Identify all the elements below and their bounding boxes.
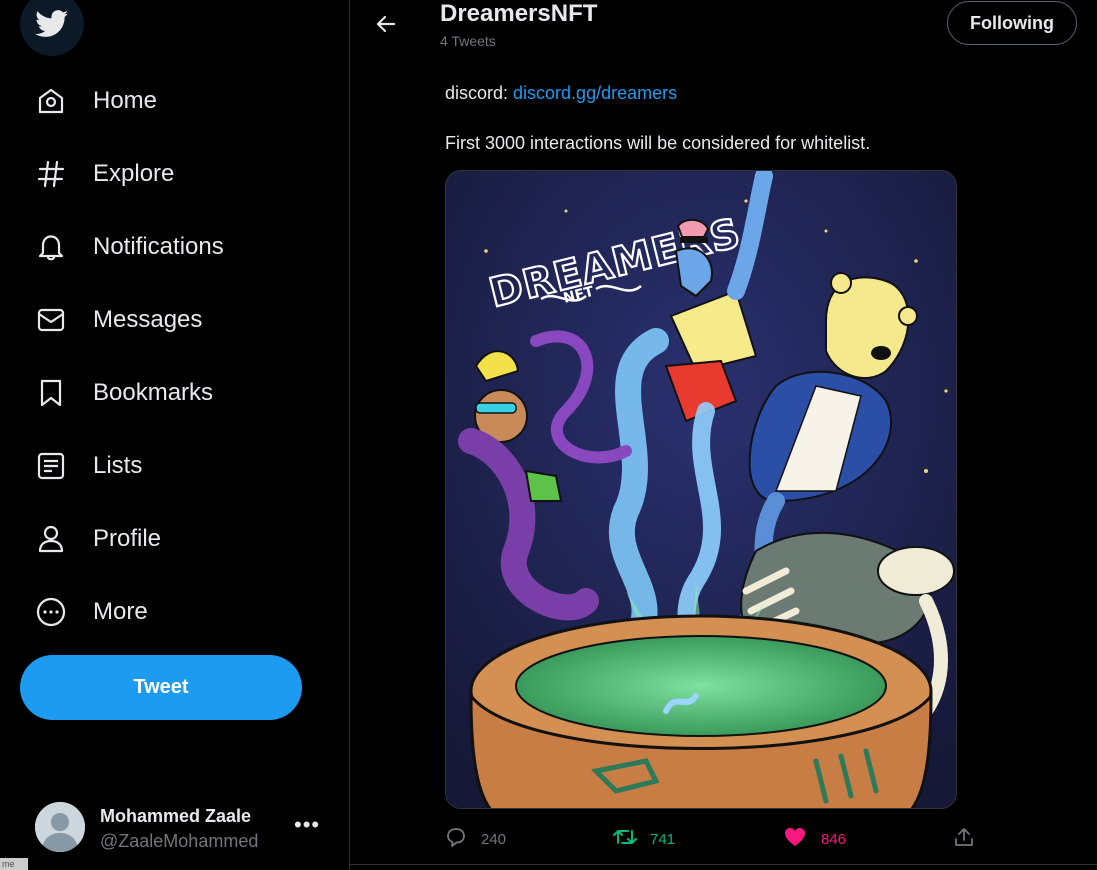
app-window: Home Explore Notifications Messages Book…	[0, 0, 1097, 870]
list-icon	[36, 451, 66, 481]
share-icon	[953, 826, 975, 853]
twitter-bird-icon[interactable]	[20, 0, 84, 56]
reply-action[interactable]: 240	[445, 822, 506, 856]
account-handle: @ZaaleMohammed	[100, 831, 259, 851]
back-arrow-icon[interactable]	[368, 6, 404, 42]
more-circle-icon	[36, 597, 66, 627]
main-nav: Home Explore Notifications Messages Book…	[0, 64, 349, 648]
nav-item-bookmarks[interactable]: Bookmarks	[0, 356, 349, 429]
nav-label-lists: Lists	[93, 451, 143, 479]
heart-icon	[783, 826, 807, 853]
nav-item-notifications[interactable]: Notifications	[0, 210, 349, 283]
reply-icon	[445, 826, 467, 853]
hashtag-icon	[36, 159, 66, 189]
nav-label-profile: Profile	[93, 524, 162, 552]
following-button[interactable]: Following	[947, 1, 1077, 45]
tweet-image[interactable]: DREAMERS NFT	[445, 170, 957, 809]
tweet-body: First 3000 interactions will be consider…	[445, 133, 871, 153]
account-switcher[interactable]: Mohammed Zaale @ZaaleMohammed •••	[0, 790, 349, 864]
page-title: DreamersNFT	[440, 0, 598, 27]
avatar	[35, 802, 85, 852]
tweet-button[interactable]: Tweet	[20, 655, 302, 720]
retweet-action[interactable]: 741	[612, 822, 675, 856]
nav-label-bookmarks: Bookmarks	[93, 378, 214, 406]
like-action[interactable]: 846	[783, 822, 846, 856]
nav-item-home[interactable]: Home	[0, 64, 349, 137]
nav-label-messages: Messages	[93, 305, 203, 333]
divider	[350, 864, 1097, 865]
nav-label-more: More	[93, 597, 148, 625]
like-count: 846	[821, 830, 847, 848]
discord-link[interactable]: discord.gg/dreamers	[513, 83, 677, 103]
person-icon	[36, 524, 66, 554]
bookmark-icon	[36, 378, 66, 408]
retweet-icon	[612, 826, 638, 853]
nav-label-home: Home	[93, 86, 158, 114]
main-column: DreamersNFT 4 Tweets Following discord: …	[350, 0, 1097, 870]
account-more-button[interactable]: •••	[294, 812, 320, 838]
nav-item-messages[interactable]: Messages	[0, 283, 349, 356]
envelope-icon	[36, 305, 66, 335]
tweet-discord-line: discord: discord.gg/dreamers	[445, 83, 677, 104]
nav-item-more[interactable]: More	[0, 575, 349, 648]
nav-label-notifications: Notifications	[93, 232, 224, 260]
tweet-count: 4 Tweets	[440, 33, 496, 49]
retweet-count: 741	[650, 830, 676, 848]
nav-item-profile[interactable]: Profile	[0, 502, 349, 575]
account-name: Mohammed Zaale	[100, 806, 252, 826]
share-action[interactable]	[953, 822, 975, 856]
reply-count: 240	[481, 830, 507, 848]
nav-label-explore: Explore	[93, 159, 175, 187]
corner-tag: me	[0, 858, 28, 870]
tweet-actions: 240 741 846	[445, 822, 985, 856]
nav-item-lists[interactable]: Lists	[0, 429, 349, 502]
home-icon	[36, 86, 66, 116]
bell-icon	[36, 232, 66, 262]
discord-prefix: discord:	[445, 83, 514, 103]
sidebar: Home Explore Notifications Messages Book…	[0, 0, 350, 870]
nav-item-explore[interactable]: Explore	[0, 137, 349, 210]
